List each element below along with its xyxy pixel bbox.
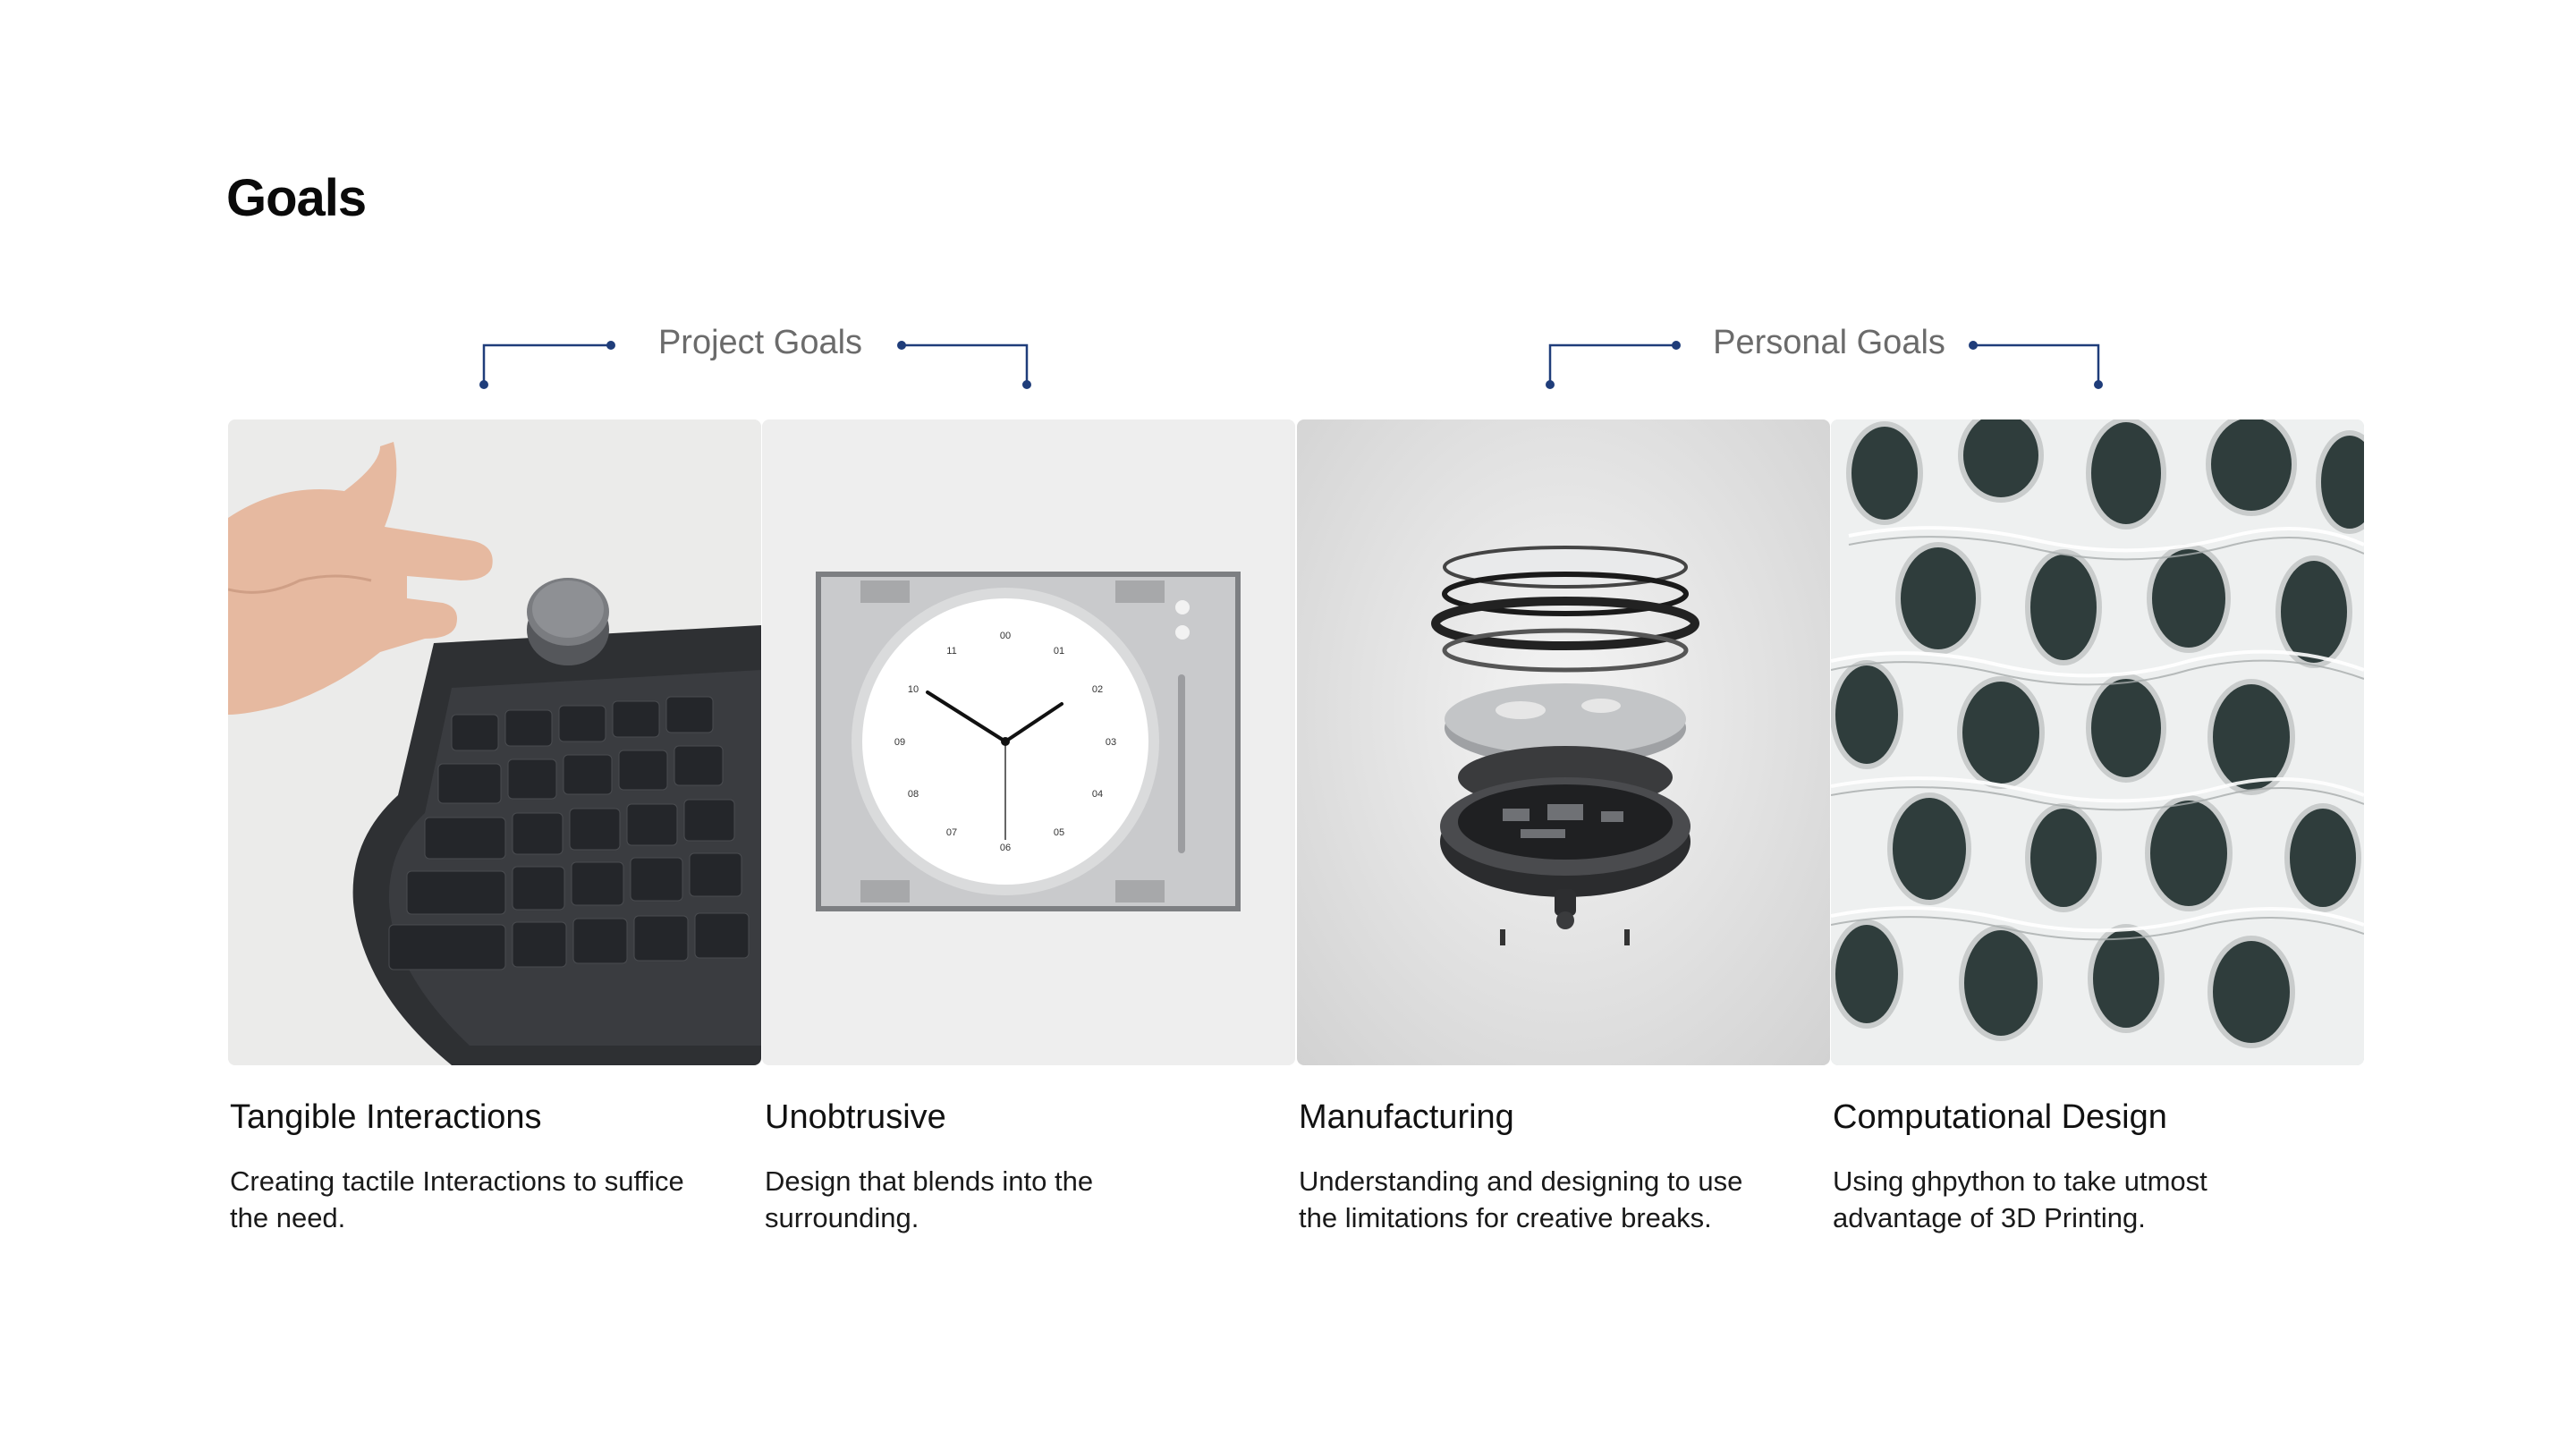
svg-text:01: 01 — [1054, 646, 1064, 657]
svg-text:03: 03 — [1106, 737, 1116, 748]
svg-text:00: 00 — [1000, 631, 1011, 641]
card-title-manufacturing: Manufacturing — [1299, 1098, 1514, 1136]
svg-text:02: 02 — [1092, 684, 1103, 695]
svg-text:11: 11 — [946, 646, 956, 657]
card-description: Creating tactile Interactions to suffice… — [230, 1165, 684, 1233]
svg-text:07: 07 — [946, 827, 957, 838]
card-description: Understanding and designing to use the l… — [1299, 1165, 1743, 1233]
card-description: Design that blends into the surrounding. — [765, 1165, 1094, 1233]
personal-goals-label: Personal Goals — [1713, 324, 1945, 361]
svg-text:04: 04 — [1092, 789, 1103, 800]
card-title-unobtrusive: Unobtrusive — [765, 1098, 946, 1136]
wall-clock-photo: 00 01 02 03 04 05 06 07 08 09 10 11 — [762, 419, 1295, 1065]
group-brackets — [479, 341, 2103, 389]
keyboard-photo — [228, 419, 761, 1065]
card-title-computational-design: Computational Design — [1833, 1098, 2167, 1136]
svg-text:05: 05 — [1054, 827, 1064, 838]
svg-text:08: 08 — [908, 789, 919, 800]
card-title-tangible-interactions: Tangible Interactions — [230, 1098, 542, 1136]
svg-text:09: 09 — [894, 737, 905, 748]
project-goals-label: Project Goals — [657, 324, 863, 361]
parametric-facade-photo — [1831, 419, 2364, 1065]
svg-text:06: 06 — [1000, 843, 1011, 853]
card-description: Using ghpython to take utmost advantage … — [1833, 1165, 2207, 1233]
exploded-device-photo — [1297, 419, 1830, 1065]
svg-text:10: 10 — [908, 684, 919, 695]
